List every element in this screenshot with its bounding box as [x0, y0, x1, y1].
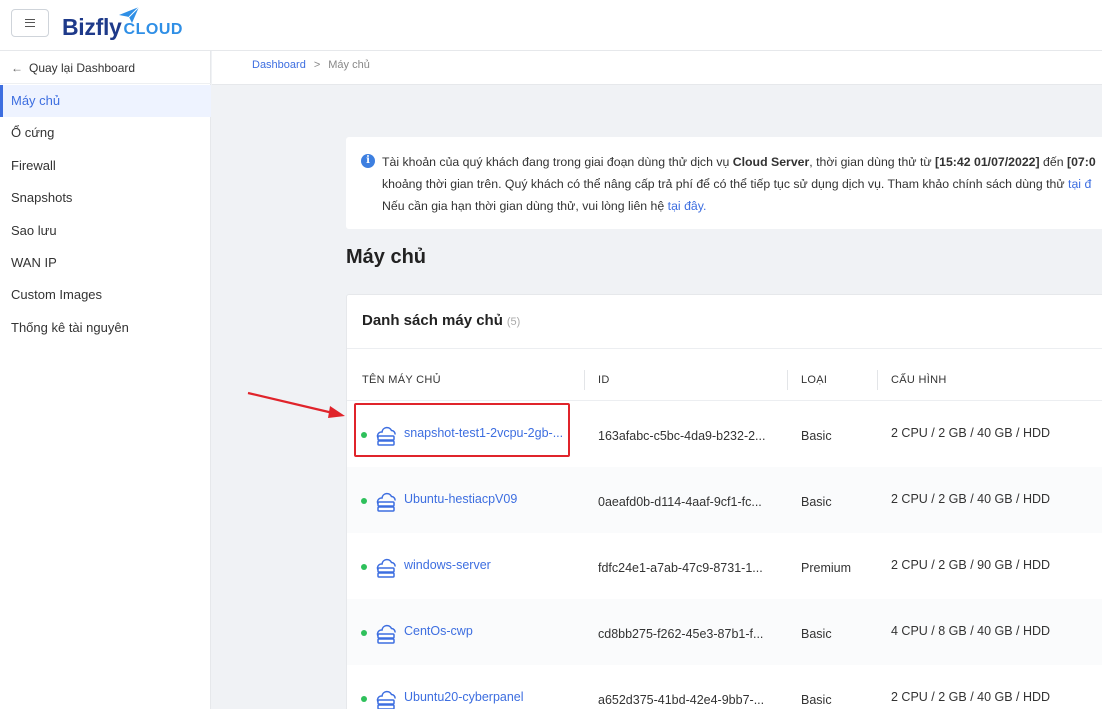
column-header-id[interactable]: ID [598, 374, 610, 386]
server-name-link[interactable]: Ubuntu20-cyberpanel [404, 690, 524, 704]
server-id: a652d375-41bd-42e4-9bb7-... [598, 693, 765, 707]
sidebar-item-servers[interactable]: Máy chủ [0, 85, 211, 118]
notice-line-2: khoảng thời gian trên. Quý khách có thể … [382, 173, 1096, 195]
column-header-type[interactable]: LOẠI [801, 374, 827, 386]
server-config: 2 CPU / 2 GB / 40 GB / HDD [891, 492, 1051, 506]
notice-end-time: [07:0 [1066, 155, 1096, 169]
notice-text: Tài khoản của quý khách đang trong giai … [382, 151, 1096, 217]
cloud-server-icon [375, 489, 399, 513]
paper-plane-icon [119, 6, 140, 23]
server-list-card: Danh sách máy chủ (5) TÊN MÁY CHỦ ID LOẠI… [346, 294, 1102, 709]
page-title: Máy chủ [346, 246, 427, 268]
divider [0, 83, 211, 84]
bizfly-cloud-logo[interactable]: Bizfly CLOUD [62, 6, 183, 42]
hamburger-icon [25, 19, 35, 27]
notice-text-part: khoảng thời gian trên. Quý khách có thể … [382, 177, 1069, 191]
cloud-server-icon [375, 687, 399, 709]
sidebar-item-resource-stats[interactable]: Thống kê tài nguyên [0, 312, 211, 344]
breadcrumb: Dashboard > Máy chủ [252, 59, 370, 71]
trial-notice: i Tài khoản của quý khách đang trong gia… [346, 137, 1102, 229]
sidebar-item-disks[interactable]: Ổ cứng [0, 117, 211, 149]
card-header: Danh sách máy chủ (5) [347, 295, 1102, 349]
column-header-config[interactable]: CẤU HÌNH [891, 374, 947, 386]
card-title-text: Danh sách máy chủ [362, 312, 503, 329]
trial-policy-link[interactable]: tại đ [1068, 177, 1091, 191]
table-header: TÊN MÁY CHỦ ID LOẠI CẤU HÌNH [347, 349, 1102, 401]
logo-text: Bizfly [62, 14, 122, 40]
server-type: Basic [801, 429, 832, 443]
notice-line-1: Tài khoản của quý khách đang trong giai … [382, 151, 1096, 173]
server-config: 4 CPU / 8 GB / 40 GB / HDD [891, 624, 1051, 638]
arrow-left-icon: ← [11, 61, 23, 75]
notice-text-part: Nếu cần gia hạn thời gian dùng thử, vui … [382, 199, 668, 213]
red-arrow-annotation [247, 391, 345, 418]
server-id: fdfc24e1-a7ab-47c9-8731-1... [598, 561, 763, 575]
card-title: Danh sách máy chủ (5) [362, 312, 520, 329]
server-id: 163afabc-c5bc-4da9-b232-2... [598, 429, 766, 443]
notice-text-part: , thời gian dùng thử từ [809, 155, 936, 169]
server-config: 2 CPU / 2 GB / 40 GB / HDD [891, 690, 1051, 704]
back-link-label: Quay lại Dashboard [29, 61, 136, 75]
status-running-icon [361, 630, 367, 636]
server-type: Basic [801, 495, 832, 509]
table-row[interactable]: CentOs-cwp cd8bb275-f262-45e3-87b1-f... Ba… [347, 599, 1102, 665]
highlight-box [354, 403, 570, 457]
cloud-server-icon [375, 621, 399, 645]
notice-service-name: Cloud Server [732, 155, 810, 169]
sidebar-item-custom-images[interactable]: Custom Images [0, 279, 211, 311]
menu-toggle-button[interactable] [11, 9, 49, 37]
server-type: Basic [801, 627, 832, 641]
breadcrumb-separator: > [313, 59, 321, 71]
column-divider [584, 370, 585, 390]
server-name-link[interactable]: windows-server [404, 558, 491, 572]
info-icon: i [361, 154, 375, 168]
column-header-name[interactable]: TÊN MÁY CHỦ [362, 374, 441, 386]
table-row[interactable]: Ubuntu20-cyberpanel a652d375-41bd-42e4-9b… [347, 665, 1102, 709]
notice-text-part: đến [1039, 155, 1067, 169]
breadcrumb-bar: Dashboard > Máy chủ [212, 51, 1102, 85]
server-config: 2 CPU / 2 GB / 40 GB / HDD [891, 426, 1051, 440]
server-name-link[interactable]: CentOs-cwp [404, 624, 473, 638]
status-running-icon [361, 564, 367, 570]
server-count: (5) [506, 316, 521, 328]
server-type: Premium [801, 561, 852, 575]
sidebar-item-backup[interactable]: Sao lưu [0, 215, 211, 247]
table-row[interactable]: windows-server fdfc24e1-a7ab-47c9-8731-1.… [347, 533, 1102, 599]
notice-start-time: [15:42 01/07/2022] [935, 155, 1040, 169]
breadcrumb-current: Máy chủ [328, 59, 370, 71]
server-id: cd8bb275-f262-45e3-87b1-f... [598, 627, 764, 641]
top-header: Bizfly CLOUD [0, 0, 1102, 51]
status-running-icon [361, 696, 367, 702]
server-type: Basic [801, 693, 832, 707]
sidebar-item-firewall[interactable]: Firewall [0, 150, 211, 182]
server-id: 0aeafd0b-d114-4aaf-9cf1-fc... [598, 495, 762, 509]
sidebar-item-snapshots[interactable]: Snapshots [0, 182, 211, 214]
sidebar-nav: Máy chủ Ổ cứng Firewall Snapshots Sao lư… [0, 85, 211, 344]
notice-text-part: Tài khoản của quý khách đang trong giai … [382, 155, 733, 169]
server-name-link[interactable]: Ubuntu-hestiacpV09 [404, 492, 517, 506]
cloud-server-icon [375, 555, 399, 579]
notice-line-3: Nếu cần gia hạn thời gian dùng thử, vui … [382, 195, 1096, 217]
server-config: 2 CPU / 2 GB / 90 GB / HDD [891, 558, 1051, 572]
column-divider [787, 370, 788, 390]
column-divider [877, 370, 878, 390]
status-running-icon [361, 498, 367, 504]
sidebar-item-wan-ip[interactable]: WAN IP [0, 247, 211, 279]
contact-link[interactable]: tại đây. [668, 199, 707, 213]
sidebar: ← Quay lại Dashboard Máy chủ Ổ cứng Fire… [0, 51, 211, 709]
table-row[interactable]: Ubuntu-hestiacpV09 0aeafd0b-d114-4aaf-9cf… [347, 467, 1102, 533]
back-to-dashboard-link[interactable]: ← Quay lại Dashboard [11, 59, 135, 77]
breadcrumb-dashboard-link[interactable]: Dashboard [252, 59, 306, 71]
